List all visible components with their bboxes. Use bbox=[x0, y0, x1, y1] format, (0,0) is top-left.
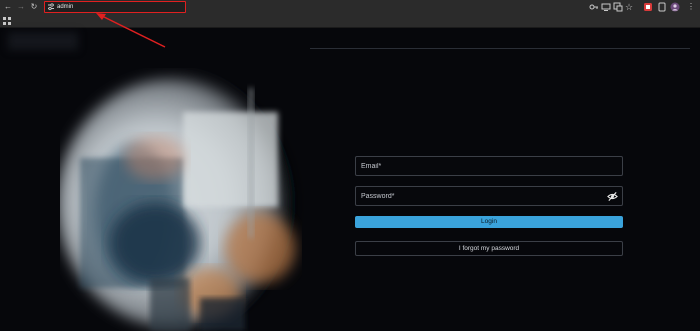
eye-slash-icon[interactable] bbox=[607, 191, 618, 202]
extension-icon[interactable] bbox=[643, 2, 653, 12]
back-arrow-icon[interactable]: ← bbox=[3, 2, 13, 12]
password-input[interactable] bbox=[361, 187, 601, 205]
hero-image-blurred bbox=[60, 68, 320, 331]
menu-dots-icon[interactable]: ⋮ bbox=[686, 2, 696, 12]
forward-arrow-icon[interactable]: → bbox=[16, 2, 26, 12]
address-url: admin bbox=[57, 4, 74, 10]
password-key-icon[interactable] bbox=[589, 2, 599, 12]
browser-window: ← → ↻ admin ☆ ⋮ Email* Login I forgot my… bbox=[0, 0, 700, 331]
browser-toolbar: ← → ↻ admin ☆ ⋮ bbox=[0, 0, 700, 14]
login-button[interactable]: Login bbox=[355, 216, 623, 228]
site-info-icon[interactable] bbox=[47, 3, 55, 11]
reload-icon[interactable]: ↻ bbox=[29, 2, 39, 12]
email-field[interactable] bbox=[355, 156, 623, 176]
forgot-password-button[interactable]: I forgot my password bbox=[355, 241, 623, 256]
address-bar[interactable]: admin bbox=[44, 1, 186, 13]
login-page: Login I forgot my password bbox=[0, 28, 700, 331]
star-icon[interactable]: ☆ bbox=[624, 2, 634, 12]
email-input[interactable] bbox=[361, 157, 601, 175]
tablet-icon[interactable] bbox=[657, 2, 667, 12]
bookmarks-bar bbox=[0, 14, 700, 28]
apps-grid-icon[interactable] bbox=[3, 17, 11, 25]
header-logo-redacted bbox=[8, 32, 78, 50]
profile-icon[interactable] bbox=[670, 2, 680, 12]
cast-icon[interactable] bbox=[601, 2, 611, 12]
header-divider bbox=[310, 48, 690, 49]
password-field[interactable] bbox=[355, 186, 623, 206]
translate-icon[interactable] bbox=[613, 2, 623, 12]
hero-image bbox=[60, 68, 320, 331]
